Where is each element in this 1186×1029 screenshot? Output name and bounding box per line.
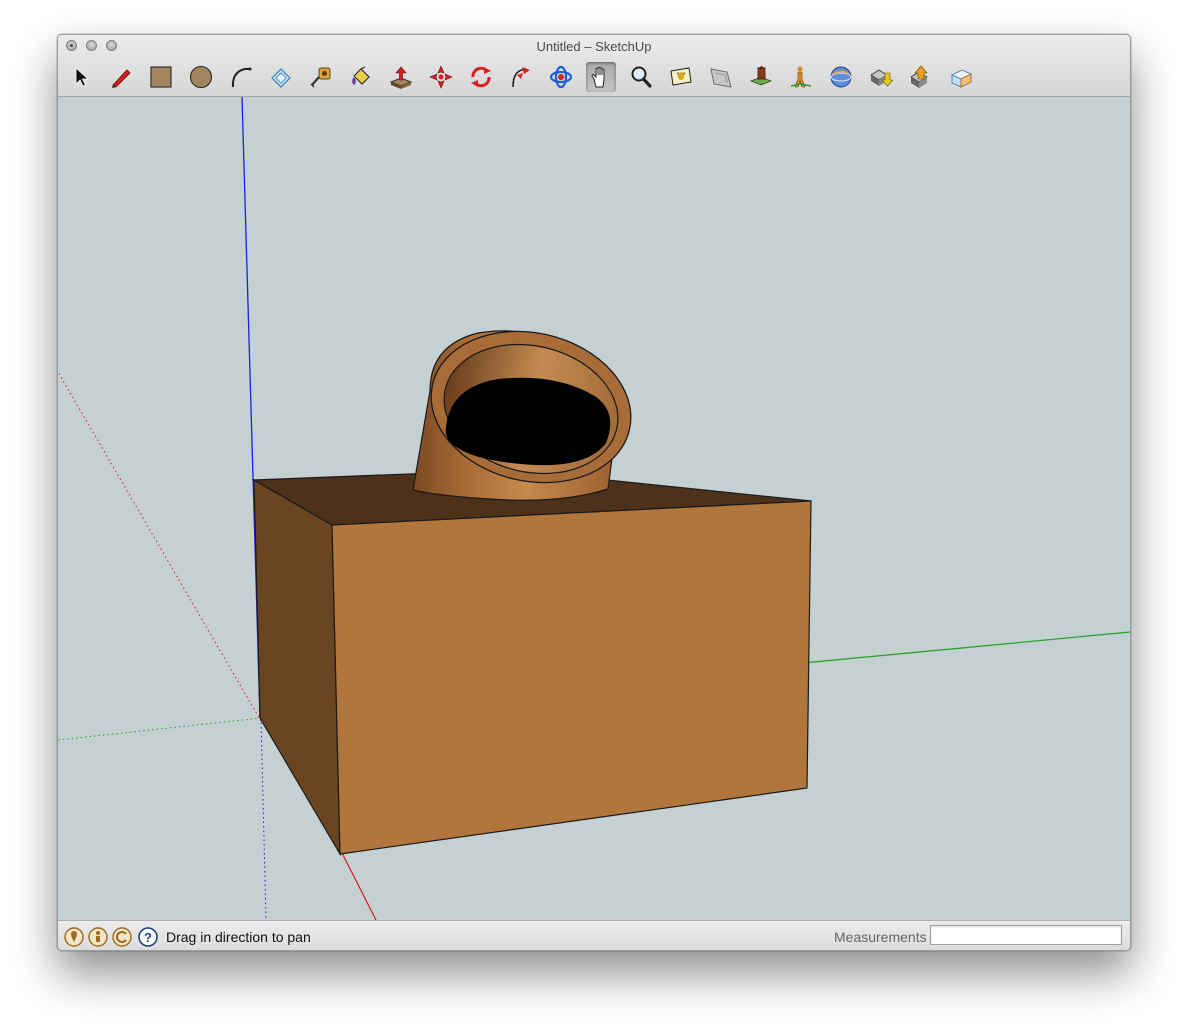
position-camera-tool-button[interactable]	[786, 62, 816, 92]
arc-icon	[231, 67, 252, 88]
tape-measure-tool-button[interactable]	[306, 62, 336, 92]
orbit-tool-button[interactable]	[546, 62, 576, 92]
rectangle-icon	[150, 66, 172, 88]
sketchup-window: Untitled – SketchUp ? Drag in direction …	[57, 34, 1131, 951]
green-axis-negative	[58, 717, 262, 741]
measurements-label: Measurements	[834, 929, 927, 945]
move-icon	[429, 65, 453, 89]
box-front-face[interactable]	[331, 500, 812, 855]
box-side-face[interactable]	[253, 478, 341, 857]
follow-me-icon	[512, 67, 530, 88]
get-models-icon	[870, 69, 893, 87]
push-pull-tool-button[interactable]	[386, 62, 416, 92]
license-icon[interactable]	[112, 927, 132, 947]
rotate-icon	[471, 66, 491, 88]
add-location-tool-button[interactable]	[746, 62, 776, 92]
share-model-icon	[910, 65, 928, 88]
position-camera-icon	[790, 66, 812, 88]
line-tool-button[interactable]	[106, 62, 136, 92]
main-toolbar	[58, 59, 1130, 95]
circle-tool-button[interactable]	[186, 62, 216, 92]
circle-icon	[189, 65, 213, 89]
select-icon	[75, 67, 90, 87]
zoom-extents-tool-button[interactable]	[666, 62, 696, 92]
credits-icon[interactable]	[88, 927, 108, 947]
eraser-icon	[271, 68, 291, 88]
previous-view-tool-button[interactable]	[706, 62, 736, 92]
follow-me-tool-button[interactable]	[506, 62, 536, 92]
scene-canvas[interactable]	[58, 96, 1130, 921]
send-to-layout-tool-button[interactable]	[946, 62, 976, 92]
arc-tool-button[interactable]	[226, 62, 256, 92]
add-location-icon	[749, 66, 773, 86]
paint-bucket-icon	[352, 66, 370, 85]
status-message: Drag in direction to pan	[166, 929, 311, 945]
red-axis-negative	[58, 371, 262, 722]
svg-text:?: ?	[144, 930, 152, 945]
pan-tool-button[interactable]	[586, 62, 616, 92]
zoom-tool-button[interactable]	[626, 62, 656, 92]
eraser-tool-button[interactable]	[266, 62, 296, 92]
title-bar: Untitled – SketchUp	[58, 35, 1130, 97]
zoom-extents-icon	[670, 67, 692, 86]
red-axis	[339, 848, 377, 921]
orbit-icon	[549, 65, 573, 89]
previous-view-icon	[710, 68, 732, 88]
pencil-icon	[112, 69, 131, 88]
model-viewport[interactable]	[58, 96, 1130, 921]
tape-measure-icon	[310, 67, 331, 88]
blue-axis-negative	[260, 717, 267, 921]
window-title: Untitled – SketchUp	[536, 39, 652, 54]
3d-warehouse-icon	[830, 66, 852, 88]
measurements-input[interactable]	[930, 925, 1122, 945]
geo-location-icon[interactable]	[64, 927, 84, 947]
paint-bucket-tool-button[interactable]	[346, 62, 376, 92]
green-axis	[802, 631, 1130, 664]
select-tool-button[interactable]	[66, 62, 96, 92]
get-models-tool-button[interactable]	[866, 62, 896, 92]
rectangle-tool-button[interactable]	[146, 62, 176, 92]
3d-warehouse-tool-button[interactable]	[826, 62, 856, 92]
rotate-tool-button[interactable]	[466, 62, 496, 92]
move-tool-button[interactable]	[426, 62, 456, 92]
pan-hand-icon	[591, 66, 605, 88]
status-bar: ? Drag in direction to pan Measurements	[58, 920, 1130, 950]
layout-icon	[950, 69, 973, 88]
help-icon[interactable]: ?	[138, 927, 158, 947]
share-model-tool-button[interactable]	[906, 62, 936, 92]
pipe-component[interactable]	[412, 312, 646, 502]
push-pull-icon	[389, 66, 413, 89]
zoom-icon	[631, 66, 652, 88]
